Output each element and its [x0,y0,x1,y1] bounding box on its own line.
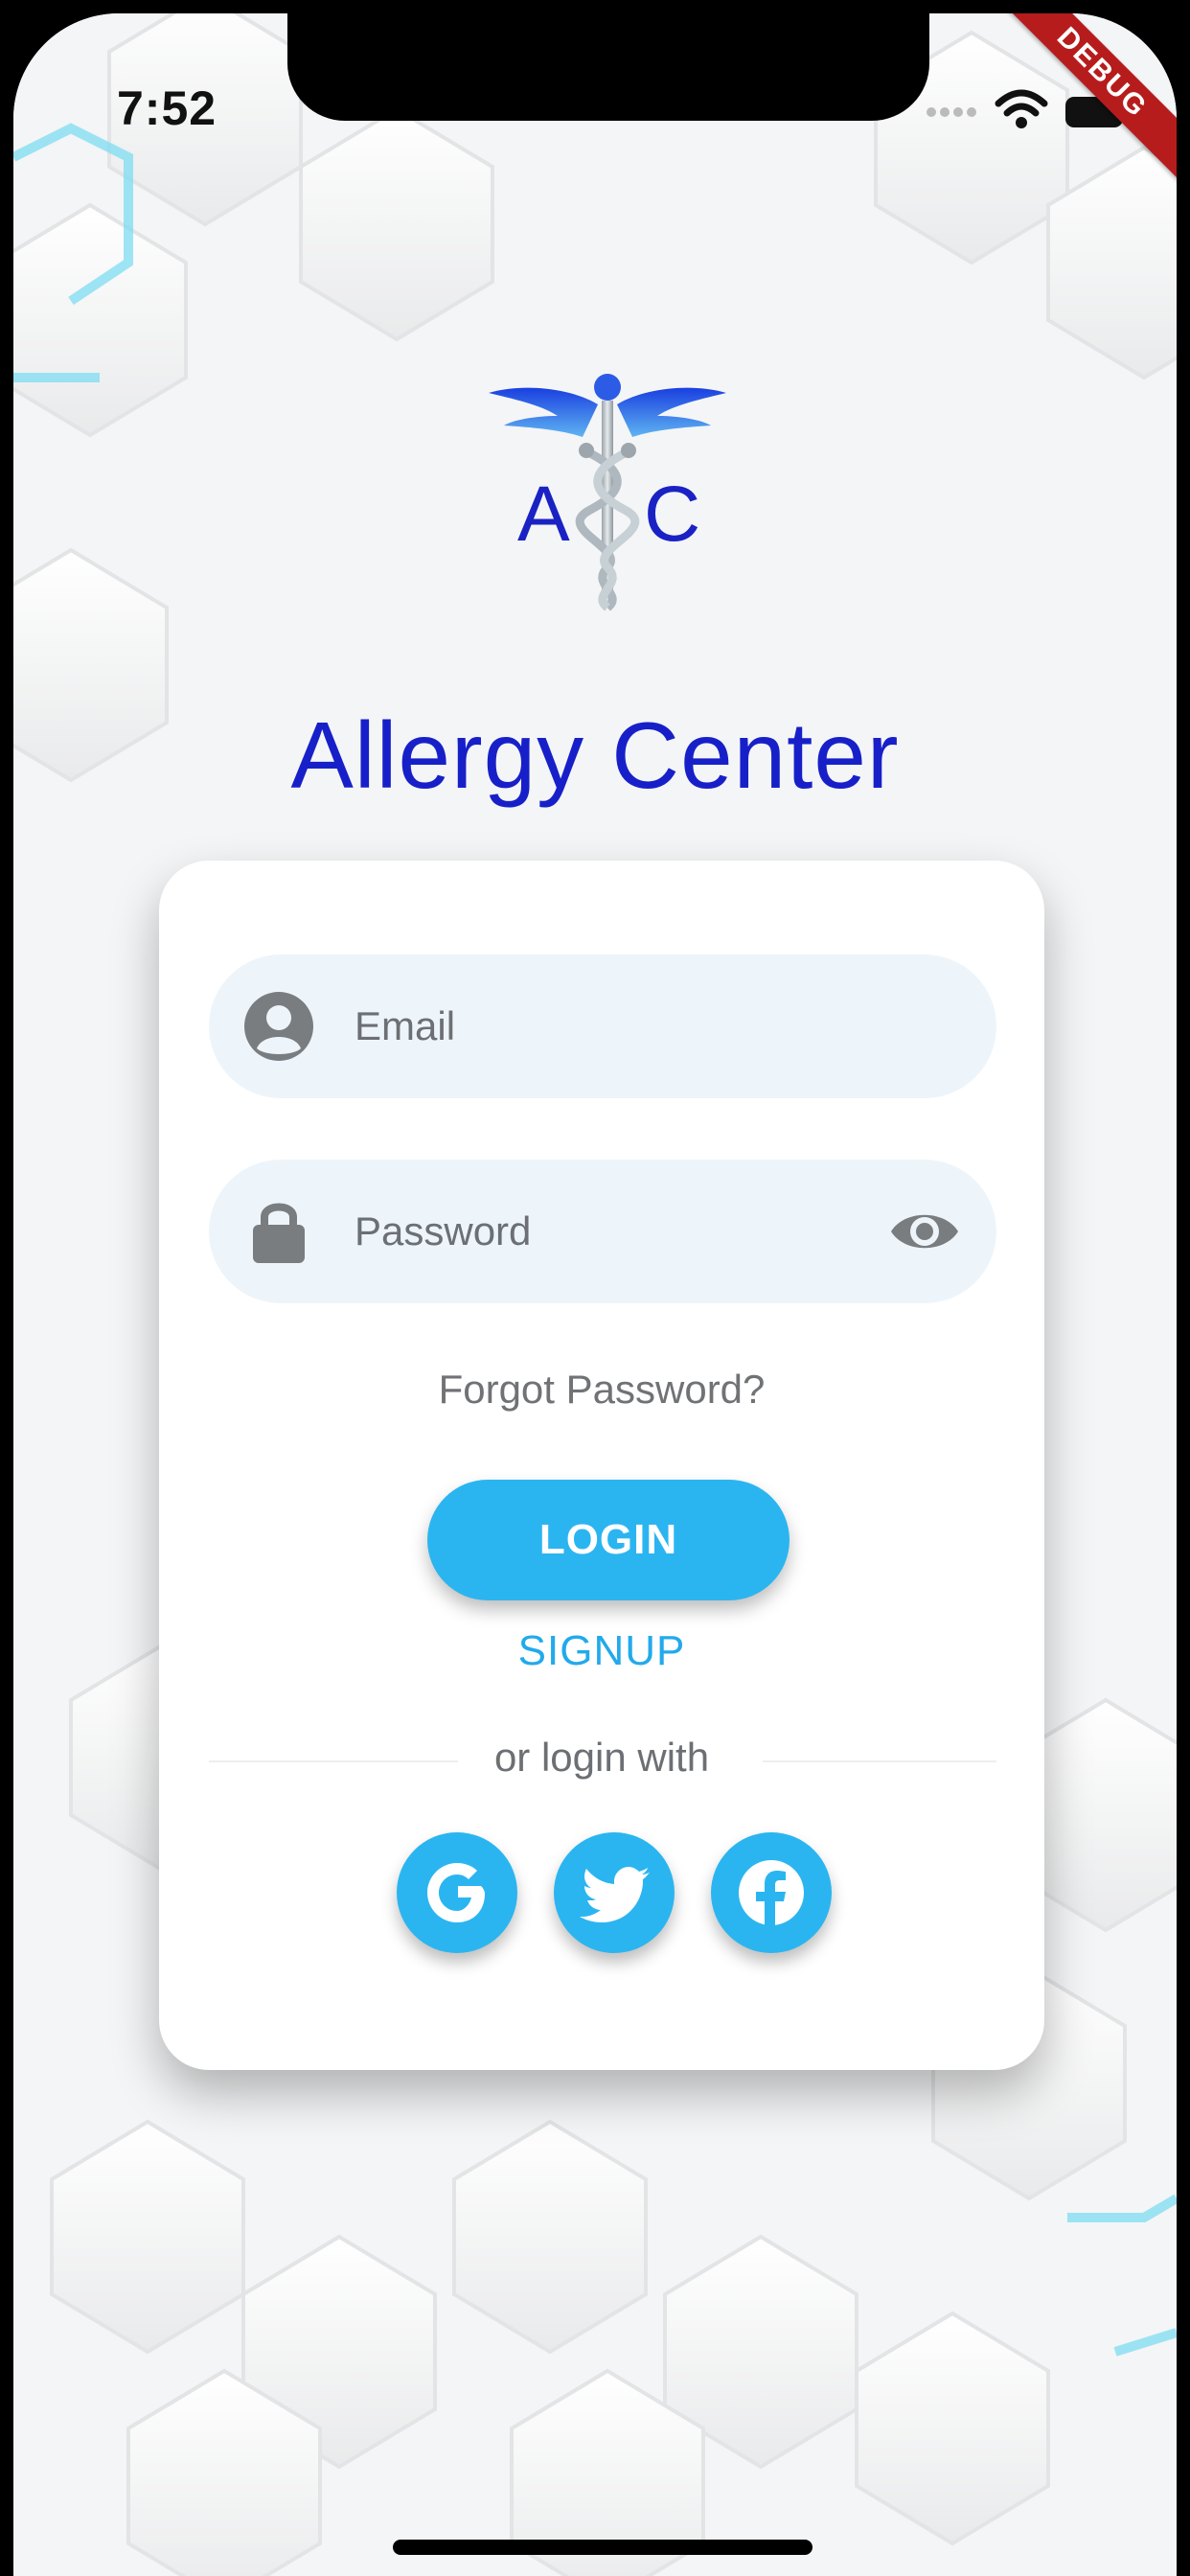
google-login-button[interactable] [397,1832,517,1953]
twitter-icon [580,1867,650,1922]
lock-icon [253,1203,305,1263]
login-button[interactable]: LOGIN [427,1480,790,1600]
device-frame: 7:52 DEBUG A C Allergy Center Email Pass… [0,0,1190,2576]
user-icon [244,992,313,1061]
caduceus-logo-icon: A C [489,374,726,611]
facebook-login-button[interactable] [711,1832,832,1953]
app-title: Allergy Center [290,702,900,808]
cellular-signal-icon [927,107,976,117]
google-icon [427,1863,485,1922]
logo-letter-c: C [644,471,700,558]
email-placeholder: Email [355,1003,456,1048]
signup-link[interactable]: SIGNUP [159,1627,1044,1675]
wifi-icon [995,89,1048,128]
show-password-eye-icon[interactable] [889,1206,960,1257]
twitter-login-button[interactable] [554,1832,675,1953]
password-field[interactable]: Password [209,1160,996,1303]
logo-letter-a: A [517,471,570,558]
screen: 7:52 DEBUG A C Allergy Center Email Pass… [13,13,1177,2576]
or-login-with-label: or login with [493,1735,710,1780]
login-card: Email Password Forgot Password? LOGIN SI… [159,861,1044,2070]
forgot-password-link[interactable]: Forgot Password? [159,1367,1044,1413]
password-placeholder: Password [355,1208,532,1254]
email-field[interactable]: Email [209,954,996,1098]
divider-right [763,1760,996,1762]
notch [287,13,929,121]
status-time: 7:52 [117,81,217,135]
facebook-icon [739,1860,804,1926]
home-indicator[interactable] [393,2540,812,2555]
